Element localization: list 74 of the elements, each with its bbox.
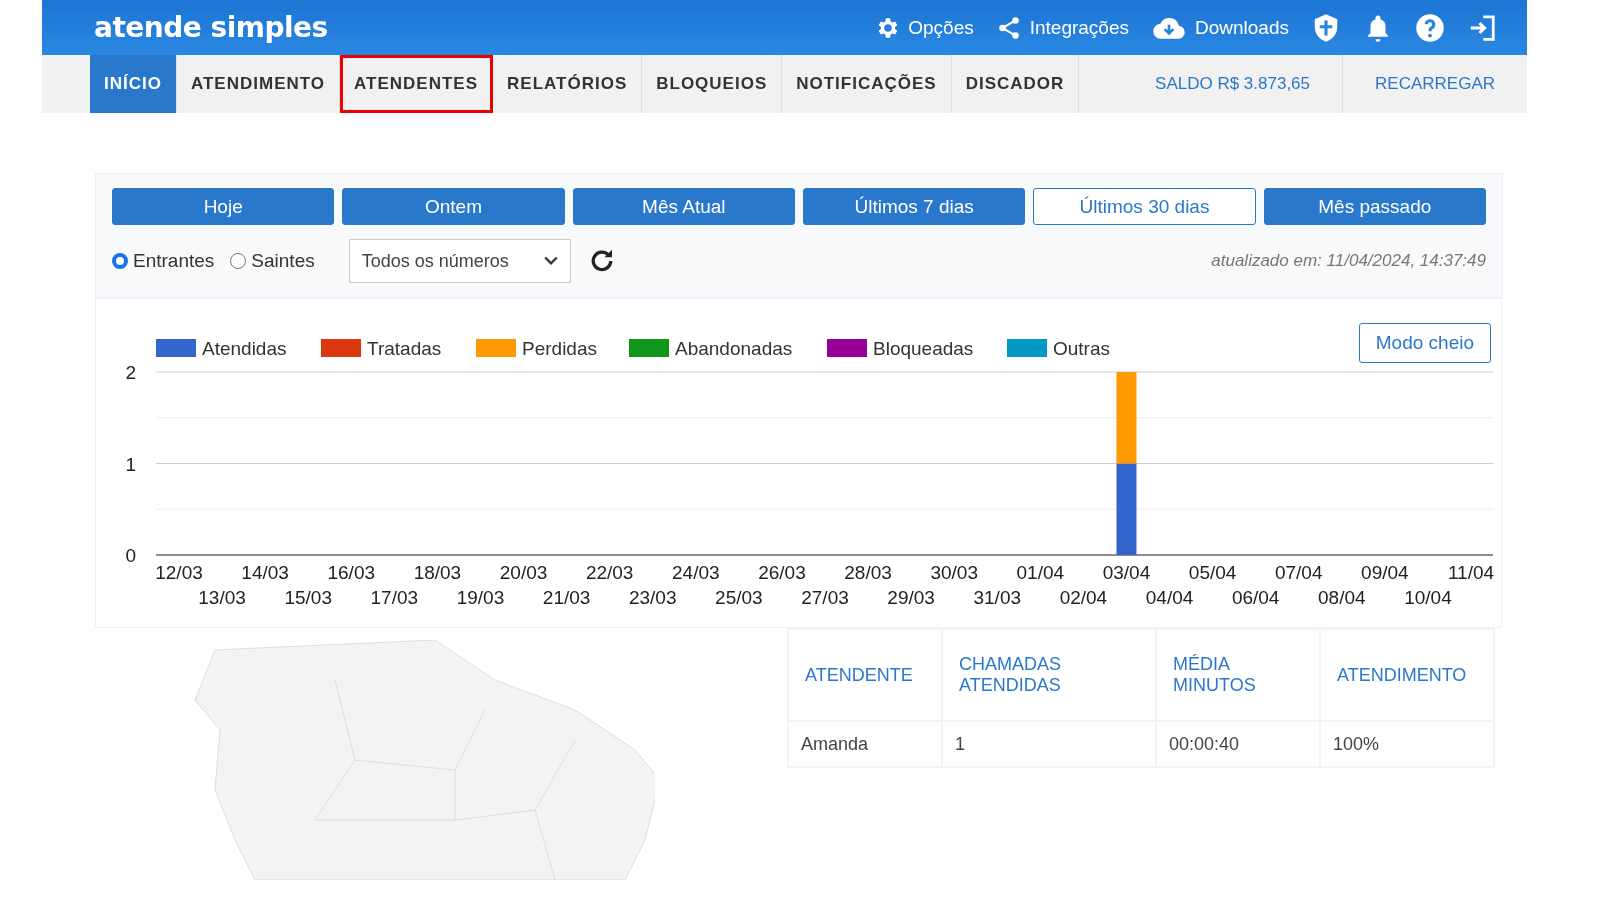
- nav-tab[interactable]: RELATÓRIOS: [493, 55, 643, 113]
- y-tick-label: 1: [125, 453, 136, 475]
- fullscreen-button[interactable]: Modo cheio: [1358, 323, 1491, 363]
- x-tick-label: 21/03: [542, 587, 591, 608]
- period-button[interactable]: Mês Atual: [572, 188, 795, 225]
- x-tick-label: 20/03: [499, 562, 548, 583]
- table-cell: 1: [942, 721, 1156, 767]
- x-tick-label: 03/04: [1102, 562, 1151, 583]
- y-tick-label: 0: [125, 545, 136, 566]
- table-cell: 100%: [1320, 721, 1494, 767]
- nav-tab[interactable]: ATENDENTES: [340, 55, 494, 113]
- period-button[interactable]: Últimos 30 dias: [1033, 188, 1256, 225]
- x-tick-label: 01/04: [1016, 562, 1065, 583]
- x-tick-label: 16/03: [327, 562, 376, 583]
- column-header: ATENDIMENTO: [1320, 629, 1494, 721]
- x-tick-label: 26/03: [758, 562, 806, 583]
- x-tick-label: 05/04: [1188, 562, 1237, 583]
- x-tick-label: 12/03: [155, 562, 203, 583]
- updated-timestamp: atualizado em: 11/04/2024, 14:37:49: [1211, 251, 1486, 271]
- x-tick-label: 09/04: [1361, 562, 1409, 583]
- logo[interactable]: atende simples: [94, 11, 328, 44]
- nav-tab[interactable]: BLOQUEIOS: [642, 55, 783, 113]
- x-tick-label: 04/04: [1145, 587, 1194, 608]
- legend-label: Abandonadas: [675, 338, 793, 359]
- x-tick-label: 13/03: [198, 587, 246, 608]
- menu-link[interactable]: Downloads: [1151, 14, 1289, 41]
- direction-radio[interactable]: Entrantes: [112, 250, 215, 272]
- x-tick-label: 02/04: [1059, 587, 1108, 608]
- x-tick-label: 24/03: [672, 562, 720, 583]
- nav-tab[interactable]: DISCADOR: [951, 55, 1080, 113]
- x-tick-label: 28/03: [844, 562, 892, 583]
- x-tick-label: 10/04: [1404, 587, 1452, 608]
- x-tick-label: 23/03: [628, 587, 677, 608]
- legend-label: Bloqueadas: [873, 338, 974, 359]
- x-tick-label: 27/03: [801, 587, 849, 608]
- x-tick-label: 15/03: [284, 587, 332, 608]
- table-cell: Amanda: [788, 721, 942, 767]
- x-tick-label: 14/03: [241, 562, 289, 583]
- period-button[interactable]: Hoje: [112, 188, 335, 225]
- x-tick-label: 08/04: [1318, 587, 1366, 608]
- x-tick-label: 19/03: [456, 587, 505, 608]
- chevron-down-icon: [543, 256, 558, 266]
- x-tick-label: 11/04: [1447, 562, 1495, 583]
- nav-tab[interactable]: NOTIFICAÇÕES: [782, 55, 952, 113]
- x-tick-label: 29/03: [887, 587, 935, 608]
- nav-tab[interactable]: ATENDIMENTO: [176, 55, 341, 113]
- x-tick-label: 18/03: [413, 562, 462, 583]
- period-button[interactable]: Ontem: [342, 188, 565, 225]
- menu-link[interactable]: Opções: [874, 14, 974, 41]
- recharge-link[interactable]: RECARREGAR: [1342, 55, 1527, 113]
- legend-label: Atendidas: [202, 338, 287, 359]
- legend-label: Perdidas: [522, 338, 597, 359]
- nav-tab[interactable]: INÍCIO: [90, 55, 177, 113]
- direction-radio[interactable]: Saintes: [230, 250, 315, 272]
- legend-label: Tratadas: [367, 338, 442, 359]
- menu-link[interactable]: Integrações: [995, 14, 1129, 41]
- y-tick-label: 2: [125, 362, 136, 383]
- column-header: MÉDIA MINUTOS: [1156, 629, 1320, 721]
- period-button[interactable]: Últimos 7 dias: [803, 188, 1026, 225]
- x-tick-label: 07/04: [1274, 562, 1323, 583]
- x-tick-label: 31/03: [973, 587, 1022, 608]
- x-tick-label: 25/03: [715, 587, 763, 608]
- x-tick-label: 06/04: [1231, 587, 1280, 608]
- x-tick-label: 30/03: [930, 562, 978, 583]
- help-icon[interactable]: [1415, 12, 1445, 43]
- period-button[interactable]: Mês passado: [1263, 188, 1486, 225]
- number-select[interactable]: Todos os números: [348, 239, 571, 283]
- table-cell: 00:00:40: [1156, 721, 1320, 767]
- legend-label: Outras: [1053, 338, 1111, 359]
- balance-text: SALDO R$ 3.873,65: [1154, 73, 1312, 95]
- column-header: CHAMADAS ATENDIDAS: [942, 629, 1156, 721]
- x-tick-label: 17/03: [370, 587, 419, 608]
- column-header: ATENDENTE: [788, 629, 942, 721]
- x-tick-label: 22/03: [585, 562, 634, 583]
